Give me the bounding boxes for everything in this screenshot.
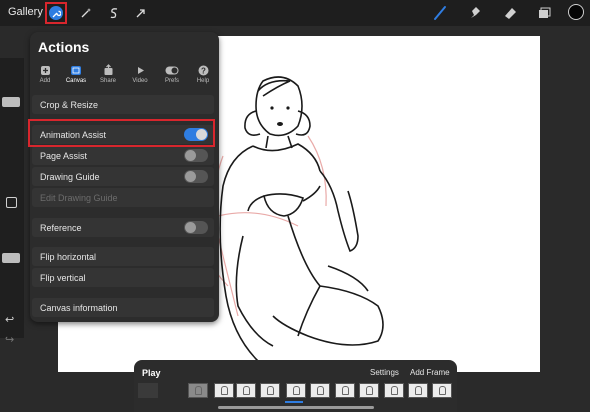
undo-icon[interactable]: ↩ (5, 313, 14, 326)
canvas-icon (62, 64, 90, 76)
frame-strip (138, 383, 454, 399)
panel-title: Actions (38, 39, 90, 55)
current-frame-indicator (285, 401, 303, 403)
frame-thumbnail[interactable] (359, 383, 379, 398)
frame-thumbnail[interactable] (310, 383, 330, 398)
help-icon: ? (189, 64, 217, 76)
top-toolbar: Gallery (0, 0, 590, 26)
drawing-guide-toggle[interactable] (184, 170, 208, 183)
frame-thumbnail[interactable] (236, 383, 256, 398)
svg-text:?: ? (201, 66, 206, 75)
selection-s-icon[interactable] (104, 3, 124, 23)
toggle-icon (158, 64, 186, 76)
canvas-information-row[interactable]: Canvas information (32, 298, 214, 317)
add-frame-button[interactable]: Add Frame (410, 368, 450, 377)
edit-drawing-guide-row: Edit Drawing Guide (32, 188, 214, 207)
home-indicator (218, 406, 374, 409)
actions-panel: Actions Add Canvas Share Video Prefs ? H… (30, 32, 219, 322)
flip-horizontal-row[interactable]: Flip horizontal (32, 247, 214, 266)
frame-thumbnail[interactable] (432, 383, 452, 398)
reference-row[interactable]: Reference (32, 218, 214, 237)
plus-icon (31, 64, 59, 76)
video-icon (126, 64, 154, 76)
animation-assist-highlight (28, 119, 215, 147)
tab-help[interactable]: ? Help (189, 64, 217, 84)
flip-vertical-row[interactable]: Flip vertical (32, 268, 214, 287)
frame-thumbnail[interactable] (214, 383, 234, 398)
frame-thumbnail[interactable] (260, 383, 280, 398)
frame-thumbnail[interactable] (408, 383, 428, 398)
modify-button[interactable] (6, 197, 17, 208)
frame-thumbnail[interactable] (286, 383, 306, 398)
tab-share[interactable]: Share (94, 64, 122, 84)
transform-arrow-icon[interactable] (131, 3, 151, 23)
frame-thumbnail[interactable] (384, 383, 404, 398)
redo-icon[interactable]: ↪ (5, 333, 14, 346)
tab-prefs[interactable]: Prefs (158, 64, 186, 84)
share-icon (94, 64, 122, 76)
actions-wrench-icon[interactable] (45, 2, 67, 24)
color-swatch[interactable] (568, 4, 584, 20)
tab-canvas[interactable]: Canvas (62, 64, 90, 84)
reference-toggle[interactable] (184, 221, 208, 234)
smudge-icon[interactable] (465, 3, 485, 23)
eraser-icon[interactable] (500, 3, 520, 23)
frame-slot-empty (138, 383, 158, 398)
actions-tabs: Add Canvas Share Video Prefs ? Help (30, 64, 219, 88)
frame-thumbnail[interactable] (188, 383, 208, 398)
layers-icon[interactable] (534, 3, 554, 23)
play-button[interactable]: Play (142, 368, 161, 378)
tab-video[interactable]: Video (126, 64, 154, 84)
timeline-settings-button[interactable]: Settings (370, 368, 399, 377)
opacity-slider[interactable] (2, 253, 20, 263)
tab-add[interactable]: Add (31, 64, 59, 84)
frame-thumbnail[interactable] (335, 383, 355, 398)
gallery-button[interactable]: Gallery (8, 6, 43, 18)
animation-timeline: Play Settings Add Frame (134, 360, 457, 412)
brush-icon[interactable] (430, 3, 450, 23)
crop-resize-row[interactable]: Crop & Resize (32, 95, 214, 114)
adjustments-wand-icon[interactable] (76, 3, 96, 23)
brush-size-slider[interactable] (2, 97, 20, 107)
page-assist-toggle[interactable] (184, 149, 208, 162)
drawing-guide-row[interactable]: Drawing Guide (32, 167, 214, 186)
page-assist-row[interactable]: Page Assist (32, 146, 214, 165)
